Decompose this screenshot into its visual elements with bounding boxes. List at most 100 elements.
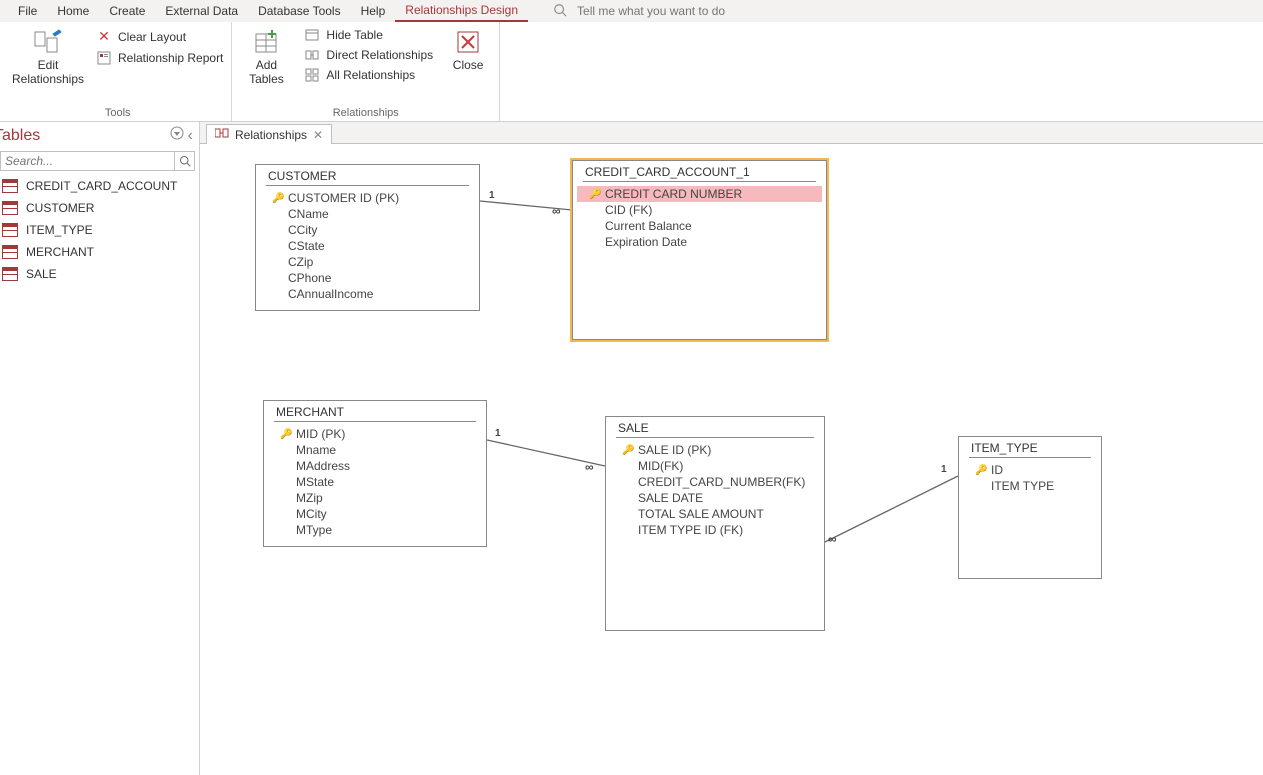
direct-relationships-icon bbox=[304, 48, 320, 62]
entity-fields: 🔑CUSTOMER ID (PK) CName CCity CState CZi… bbox=[256, 186, 479, 310]
field-label: MZip bbox=[296, 491, 323, 505]
nav-item-label: CUSTOMER bbox=[26, 201, 94, 215]
nav-collapse-icon[interactable]: ‹ bbox=[188, 127, 193, 145]
field-label: CREDIT CARD NUMBER bbox=[605, 187, 742, 201]
navigation-pane: Tables ‹ CREDIT_CARD_ACCOUNT CUSTOMER IT… bbox=[0, 122, 200, 775]
entity-merchant[interactable]: MERCHANT 🔑MID (PK) Mname MAddress MState… bbox=[263, 400, 487, 547]
menu-tab-relationships-design[interactable]: Relationships Design bbox=[395, 0, 528, 22]
entity-title: MERCHANT bbox=[264, 401, 486, 421]
entity-field[interactable]: Expiration Date bbox=[573, 234, 826, 250]
entity-field[interactable]: CPhone bbox=[256, 270, 479, 286]
entity-field[interactable]: MAddress bbox=[264, 458, 486, 474]
entity-field[interactable]: MZip bbox=[264, 490, 486, 506]
tell-me-search[interactable] bbox=[553, 3, 775, 20]
entity-field[interactable]: Current Balance bbox=[573, 218, 826, 234]
entity-field[interactable]: Mname bbox=[264, 442, 486, 458]
rel-label-one: 1 bbox=[495, 428, 501, 439]
hide-table-button[interactable]: Hide Table bbox=[304, 28, 433, 42]
entity-field[interactable]: 🔑 SALE ID (PK) bbox=[606, 442, 824, 458]
field-label: SALE ID (PK) bbox=[638, 443, 711, 457]
entity-field[interactable]: CREDIT_CARD_NUMBER(FK) bbox=[606, 474, 824, 490]
ribbon-group-relationships-label: Relationships bbox=[240, 107, 491, 121]
field-label: ID bbox=[991, 463, 1003, 477]
menu-tab-help[interactable]: Help bbox=[351, 1, 396, 21]
field-label: ITEM TYPE ID (FK) bbox=[638, 523, 743, 537]
nav-search[interactable] bbox=[0, 151, 195, 171]
entity-field[interactable]: CName bbox=[256, 206, 479, 222]
field-label: MID (PK) bbox=[296, 427, 345, 441]
entity-field[interactable]: CID (FK) bbox=[573, 202, 826, 218]
nav-header[interactable]: Tables ‹ bbox=[0, 122, 199, 149]
all-relationships-label: All Relationships bbox=[326, 68, 415, 82]
nav-item-sale[interactable]: SALE bbox=[0, 263, 199, 285]
nav-item-item-type[interactable]: ITEM_TYPE bbox=[0, 219, 199, 241]
entity-field[interactable]: MState bbox=[264, 474, 486, 490]
menu-tab-external-data[interactable]: External Data bbox=[155, 1, 248, 21]
menu-bar: File Home Create External Data Database … bbox=[0, 0, 1263, 22]
edit-relationships-icon bbox=[33, 26, 63, 58]
close-button[interactable]: Close bbox=[445, 26, 491, 72]
entity-title: CREDIT_CARD_ACCOUNT_1 bbox=[573, 161, 826, 181]
add-tables-button[interactable]: Add Tables bbox=[240, 26, 292, 87]
entity-field-selected[interactable]: 🔑CREDIT CARD NUMBER bbox=[577, 186, 822, 202]
entity-field[interactable]: MType bbox=[264, 522, 486, 538]
table-icon bbox=[2, 267, 18, 281]
doc-tab-title: Relationships bbox=[235, 128, 307, 142]
doc-tab-relationships[interactable]: Relationships ✕ bbox=[206, 124, 332, 144]
field-label: MState bbox=[296, 475, 334, 489]
nav-dropdown-icon[interactable] bbox=[170, 126, 184, 145]
entity-field[interactable]: MCity bbox=[264, 506, 486, 522]
field-label: CZip bbox=[288, 255, 313, 269]
nav-table-list: CREDIT_CARD_ACCOUNT CUSTOMER ITEM_TYPE M… bbox=[0, 175, 199, 285]
relationships-canvas[interactable]: 1 ∞ 1 ∞ ∞ 1 CUSTOMER 🔑CUSTOMER ID (PK) C… bbox=[200, 144, 1263, 775]
ribbon-group-tools-label: Tools bbox=[12, 107, 223, 121]
entity-field[interactable]: 🔑MID (PK) bbox=[264, 426, 486, 442]
nav-item-merchant[interactable]: MERCHANT bbox=[0, 241, 199, 263]
content-area: Tables ‹ CREDIT_CARD_ACCOUNT CUSTOMER IT… bbox=[0, 122, 1263, 775]
field-label: CName bbox=[288, 207, 329, 221]
edit-relationships-button[interactable]: Edit Relationships bbox=[12, 26, 84, 87]
menu-tab-home[interactable]: Home bbox=[47, 1, 99, 21]
entity-field[interactable]: MID(FK) bbox=[606, 458, 824, 474]
all-relationships-button[interactable]: All Relationships bbox=[304, 68, 433, 82]
nav-search-button[interactable] bbox=[174, 152, 194, 170]
direct-relationships-button[interactable]: Direct Relationships bbox=[304, 48, 433, 62]
search-icon bbox=[553, 3, 567, 20]
field-label: CAnnualIncome bbox=[288, 287, 373, 301]
entity-field[interactable]: 🔑ID bbox=[959, 462, 1101, 478]
entity-field[interactable]: CCity bbox=[256, 222, 479, 238]
relationship-report-button[interactable]: Relationship Report bbox=[96, 51, 223, 65]
entity-field[interactable]: ITEM TYPE bbox=[959, 478, 1101, 494]
menu-tab-file[interactable]: File bbox=[8, 1, 47, 21]
field-label: MID(FK) bbox=[638, 459, 683, 473]
clear-layout-button[interactable]: ✕ Clear Layout bbox=[96, 28, 223, 45]
rel-label-many: ∞ bbox=[552, 204, 561, 218]
doc-tab-close-icon[interactable]: ✕ bbox=[313, 128, 323, 142]
nav-item-customer[interactable]: CUSTOMER bbox=[0, 197, 199, 219]
entity-item-type[interactable]: ITEM_TYPE 🔑ID ITEM TYPE bbox=[958, 436, 1102, 579]
entity-credit-card-account[interactable]: CREDIT_CARD_ACCOUNT_1 🔑CREDIT CARD NUMBE… bbox=[572, 160, 827, 340]
key-icon: 🔑 bbox=[622, 445, 632, 456]
nav-item-label: SALE bbox=[26, 267, 57, 281]
entity-field[interactable]: ITEM TYPE ID (FK) bbox=[606, 522, 824, 538]
entity-title: CUSTOMER bbox=[256, 165, 479, 185]
tell-me-input[interactable] bbox=[575, 3, 775, 19]
entity-field[interactable]: 🔑CUSTOMER ID (PK) bbox=[256, 190, 479, 206]
entity-field[interactable]: TOTAL SALE AMOUNT bbox=[606, 506, 824, 522]
menu-tab-create[interactable]: Create bbox=[99, 1, 155, 21]
ribbon: Edit Relationships ✕ Clear Layout Relati… bbox=[0, 22, 1263, 122]
nav-header-title: Tables bbox=[0, 127, 40, 145]
relationships-tab-icon bbox=[215, 127, 229, 142]
entity-sale[interactable]: SALE 🔑SALE ID (PK) MID(FK) CREDIT_CARD_N… bbox=[605, 416, 825, 631]
direct-relationships-label: Direct Relationships bbox=[326, 48, 433, 62]
nav-item-credit-card-account[interactable]: CREDIT_CARD_ACCOUNT bbox=[0, 175, 199, 197]
entity-field[interactable]: SALE DATE bbox=[606, 490, 824, 506]
nav-search-input[interactable] bbox=[1, 152, 174, 170]
entity-field[interactable]: CState bbox=[256, 238, 479, 254]
field-label: Mname bbox=[296, 443, 336, 457]
entity-field[interactable]: CZip bbox=[256, 254, 479, 270]
table-icon bbox=[2, 201, 18, 215]
menu-tab-database-tools[interactable]: Database Tools bbox=[248, 1, 351, 21]
entity-customer[interactable]: CUSTOMER 🔑CUSTOMER ID (PK) CName CCity C… bbox=[255, 164, 480, 311]
entity-field[interactable]: CAnnualIncome bbox=[256, 286, 479, 302]
